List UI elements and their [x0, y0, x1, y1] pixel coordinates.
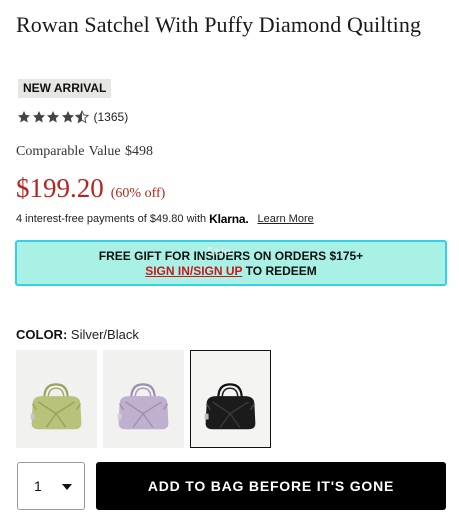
sign-in-link[interactable]: SIGN IN/SIGN UP [145, 264, 242, 278]
swatch-lime[interactable] [16, 350, 97, 448]
swatch-black[interactable] [190, 350, 271, 448]
star-icon [17, 111, 31, 123]
discount-percent: (60% off) [110, 186, 166, 201]
bag-thumbnail-lilac [117, 383, 169, 430]
rating[interactable]: (1365) [17, 109, 128, 125]
new-arrival-badge: NEW ARRIVAL [18, 79, 112, 98]
swatch-lilac[interactable] [103, 350, 184, 448]
star-icon [32, 111, 45, 123]
quantity-value: 1 [34, 478, 42, 494]
star-icon [61, 111, 74, 123]
promo-subline: SIGN IN/SIGN UP TO REDEEM [17, 264, 445, 279]
selected-color: Silver/Black [70, 327, 139, 342]
bag-thumbnail-black [204, 383, 256, 430]
learn-more-link[interactable]: Learn More [257, 213, 313, 225]
klarna-logo: Klarna. [209, 212, 249, 226]
half-star-icon [75, 110, 89, 124]
star-icon [46, 111, 60, 123]
insider-promo-banner: 5ele FREE GIFT FOR INSIDERS ON ORDERS $1… [15, 240, 447, 286]
product-title: Rowan Satchel With Puffy Diamond Quiltin… [16, 12, 422, 37]
promo-redeem-text: TO REDEEM [242, 264, 317, 278]
add-to-bag-button[interactable]: ADD TO BAG BEFORE IT'S GONE [96, 462, 446, 510]
color-label: COLOR: [16, 327, 68, 342]
color-selector-label: COLOR: Silver/Black [16, 327, 139, 342]
watermark: 5ele [207, 246, 232, 258]
comparable-label: Comparable Value [16, 144, 121, 159]
chevron-down-icon [62, 484, 72, 490]
quantity-select[interactable]: 1 [17, 462, 85, 510]
bag-thumbnail-lime [30, 383, 82, 430]
review-count[interactable]: (1365) [94, 109, 129, 125]
comparable-value: Comparable Value $498 [16, 144, 153, 160]
star-rating [17, 110, 90, 124]
klarna-installments: 4 interest-free payments of $49.80 with … [16, 212, 314, 226]
klarna-text: 4 interest-free payments of $49.80 with [16, 213, 207, 225]
sale-price: $199.20 [16, 173, 104, 203]
price-row: $199.20 (60% off) [16, 173, 165, 204]
color-swatches [16, 350, 277, 448]
comparable-price: $498 [125, 144, 154, 159]
